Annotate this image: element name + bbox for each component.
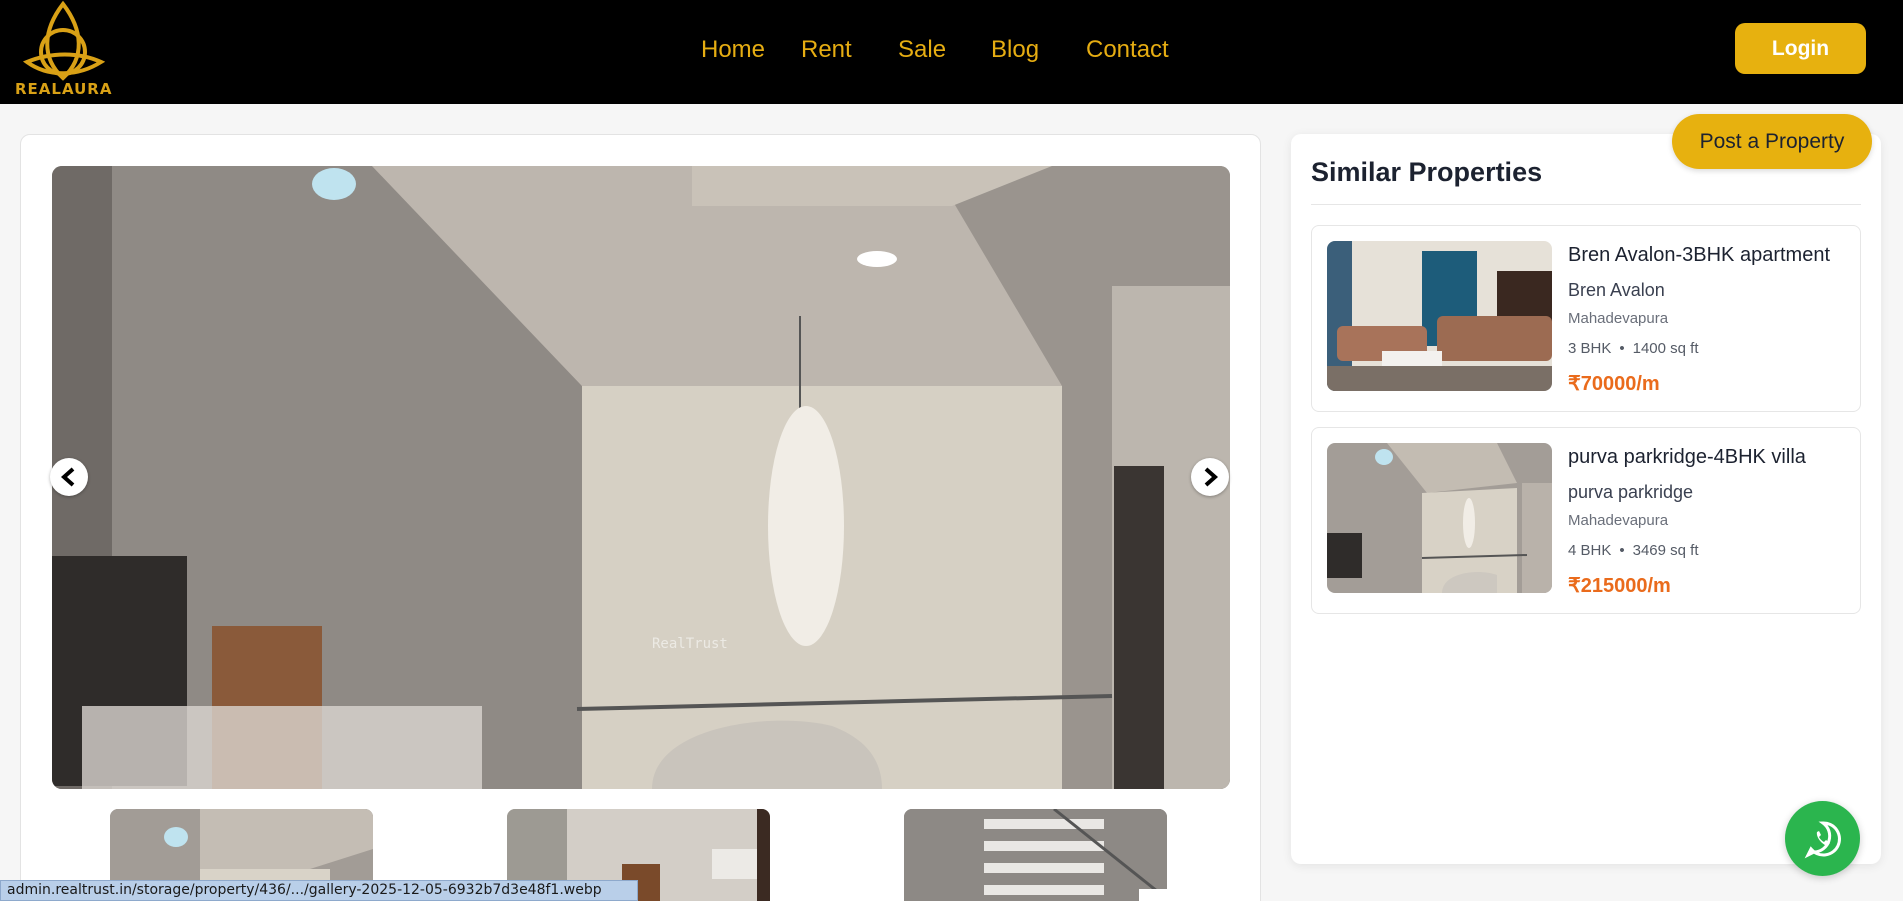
gallery-thumbnail[interactable] [904,809,1167,901]
interior-photo [1327,443,1552,593]
nav-rent[interactable]: Rent [801,36,852,64]
similar-property-card[interactable]: Bren Avalon-3BHK apartment Bren Avalon M… [1311,225,1861,412]
interior-photo [52,166,1230,789]
separator-dot: • [1619,340,1625,357]
property-project: Bren Avalon [1568,280,1665,300]
brand-logo[interactable]: REALAURA [15,0,111,100]
nav-sale[interactable]: Sale [898,36,946,64]
gallery-next-button[interactable] [1191,458,1229,496]
whatsapp-chat-button[interactable] [1785,801,1860,876]
nav-contact[interactable]: Contact [1086,36,1169,64]
property-bhk: 4 BHK [1568,542,1612,559]
thumbnail-image [904,809,1167,901]
divider [1311,204,1861,205]
brand-name: REALAURA [15,80,113,98]
property-thumbnail[interactable] [1327,443,1552,593]
browser-status-url: admin.realtrust.in/storage/property/436/… [0,880,638,901]
watermark-text: RealTrust [652,636,728,652]
chevron-right-icon [1204,467,1219,487]
property-price: ₹215000/m [1568,575,1671,597]
property-price: ₹70000/m [1568,373,1660,395]
gallery-main-image[interactable]: RealTrust [52,166,1230,789]
property-location: Mahadevapura [1568,310,1669,327]
separator-dot: • [1619,542,1625,559]
nav-blog[interactable]: Blog [991,36,1039,64]
property-title[interactable]: Bren Avalon-3BHK apartment [1568,244,1830,267]
similar-properties-title: Similar Properties [1311,157,1543,187]
property-specs: 4 BHK • 3469 sq ft [1568,542,1699,559]
property-bhk: 3 BHK [1568,340,1612,357]
triquetra-logo-icon [22,0,105,81]
similar-property-card[interactable]: purva parkridge-4BHK villa purva parkrid… [1311,427,1861,614]
property-specs: 3 BHK • 1400 sq ft [1568,340,1699,357]
whatsapp-icon [1804,820,1841,858]
chevron-left-icon [60,467,75,487]
property-area: 1400 sq ft [1632,340,1699,357]
nav-home[interactable]: Home [701,36,765,64]
property-project: purva parkridge [1568,482,1694,502]
property-thumbnail[interactable] [1327,241,1552,391]
property-area: 3469 sq ft [1632,542,1699,559]
gallery-prev-button[interactable] [50,458,88,496]
property-location: Mahadevapura [1568,512,1669,529]
post-property-button[interactable]: Post a Property [1672,114,1872,169]
property-title[interactable]: purva parkridge-4BHK villa [1568,446,1806,469]
top-navbar: REALAURA Home Rent Sale Blog Contact Log… [0,0,1903,104]
living-room-photo [1327,241,1552,391]
login-button[interactable]: Login [1735,23,1866,74]
